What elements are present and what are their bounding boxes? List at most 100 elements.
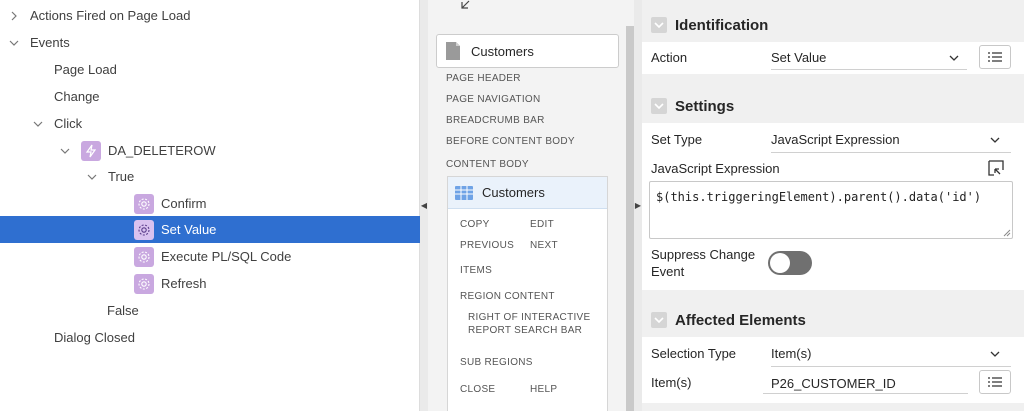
affected-body: Selection Type Item(s) Item(s) P26_CUSTO…: [642, 337, 1024, 403]
chevron-right-icon[interactable]: [8, 10, 20, 22]
region-header[interactable]: Customers: [448, 177, 607, 209]
section-affected-elements[interactable]: Affected Elements: [642, 303, 1024, 337]
slot-copy[interactable]: COPY: [460, 219, 490, 230]
tree-node-label: Dialog Closed: [54, 330, 135, 345]
tree-node-dialog-closed[interactable]: Dialog Closed: [0, 324, 420, 351]
page-card-title: Customers: [471, 43, 534, 59]
slot-right-of-search-bar-line1[interactable]: RIGHT OF INTERACTIVE: [468, 312, 591, 323]
right-splitter[interactable]: ▶: [634, 0, 642, 411]
slot-previous[interactable]: PREVIOUS: [460, 240, 514, 251]
gear-icon: [134, 273, 154, 294]
tree-node-page-load[interactable]: Page Load: [0, 56, 420, 83]
chevron-down-icon[interactable]: [59, 145, 71, 157]
section-identification[interactable]: Identification: [642, 8, 1024, 42]
tree-node-da-deleterow[interactable]: DA_DELETEROW: [0, 137, 420, 164]
list-icon: [988, 52, 1002, 62]
slot-region-content[interactable]: REGION CONTENT: [460, 291, 555, 302]
suppress-change-toggle[interactable]: [768, 251, 812, 275]
slot-close[interactable]: CLOSE: [460, 384, 495, 395]
slot-right-of-search-bar-line2[interactable]: REPORT SEARCH BAR: [468, 325, 582, 336]
action-label: Action: [651, 50, 688, 65]
section-title: Affected Elements: [675, 311, 806, 329]
tree-node-label: Execute PL/SQL Code: [161, 249, 292, 264]
slot-page-navigation[interactable]: PAGE NAVIGATION: [446, 94, 541, 105]
slot-page-header[interactable]: PAGE HEADER: [446, 73, 521, 84]
chevron-down-icon[interactable]: [86, 171, 98, 183]
section-title: Settings: [675, 97, 735, 115]
selection-type-select[interactable]: Item(s): [771, 346, 811, 361]
items-underline: [763, 393, 968, 394]
region-title: Customers: [482, 185, 545, 200]
chevron-down-icon[interactable]: [989, 348, 1001, 360]
tree-node-true[interactable]: True: [0, 163, 420, 190]
toggle-knob: [770, 253, 790, 273]
tree-node-set-value[interactable]: Set Value: [0, 216, 420, 243]
page-card[interactable]: Customers: [436, 34, 619, 68]
left-splitter[interactable]: ◀: [420, 0, 428, 411]
gear-icon: [134, 219, 154, 240]
layout-scrollbar[interactable]: [626, 26, 634, 411]
action-select-underline: [771, 69, 967, 70]
document-icon: [446, 42, 460, 60]
set-type-label: Set Type: [651, 132, 703, 147]
caret-right-icon[interactable]: ▶: [635, 201, 641, 210]
slot-sub-regions[interactable]: SUB REGIONS: [460, 357, 533, 368]
tree-node-confirm[interactable]: Confirm: [0, 190, 420, 217]
field-action: Action Set Value: [642, 42, 1024, 74]
resize-handle-icon[interactable]: [1003, 229, 1011, 237]
gear-icon: [134, 193, 154, 214]
slot-before-content-body[interactable]: BEFORE CONTENT BODY: [446, 136, 575, 147]
caret-left-icon[interactable]: ◀: [421, 201, 427, 210]
tree-node-label: Change: [54, 89, 100, 104]
tree-node-label: Page Load: [54, 62, 117, 77]
suppress-change-label-line1: Suppress Change: [651, 247, 756, 262]
tree-node-label: DA_DELETEROW: [108, 143, 216, 158]
action-select[interactable]: Set Value: [771, 50, 826, 65]
slot-help[interactable]: HELP: [530, 384, 557, 395]
slot-next[interactable]: NEXT: [530, 240, 558, 251]
tree-node-refresh[interactable]: Refresh: [0, 270, 420, 297]
rendering-tree: Actions Fired on Page Load Events Page L…: [0, 0, 420, 411]
tree-node-label: Events: [30, 35, 70, 50]
chevron-down-icon[interactable]: [948, 52, 960, 64]
tree-node-click[interactable]: Click: [0, 110, 420, 137]
section-settings[interactable]: Settings: [642, 89, 1024, 123]
slot-breadcrumb-bar[interactable]: BREADCRUMB BAR: [446, 115, 545, 126]
slot-items[interactable]: ITEMS: [460, 265, 492, 276]
tree-node-change[interactable]: Change: [0, 83, 420, 110]
interactive-report-icon: [455, 185, 473, 200]
set-type-select[interactable]: JavaScript Expression: [771, 132, 900, 147]
collapse-arrow-icon[interactable]: [460, 0, 474, 10]
page-designer: Actions Fired on Page Load Events Page L…: [0, 0, 1024, 411]
expand-editor-icon[interactable]: [988, 160, 1004, 176]
action-list-button[interactable]: [979, 45, 1011, 69]
js-expression-textarea[interactable]: $(this.triggeringElement).parent().data(…: [649, 181, 1013, 239]
tree-node-label: Actions Fired on Page Load: [30, 8, 191, 23]
items-list-button[interactable]: [979, 370, 1011, 394]
chevron-down-icon[interactable]: [651, 17, 667, 33]
slot-content-body[interactable]: CONTENT BODY: [446, 159, 529, 170]
chevron-down-icon[interactable]: [651, 312, 667, 328]
chevron-down-icon[interactable]: [32, 118, 44, 130]
items-label: Item(s): [651, 375, 692, 390]
tree-node-false[interactable]: False: [0, 297, 420, 324]
tree-node-label: Confirm: [161, 196, 207, 211]
selection-type-label: Selection Type: [651, 346, 737, 361]
tree-node-label: Click: [54, 116, 83, 131]
set-type-underline: [771, 152, 1011, 153]
section-title: Identification: [675, 16, 769, 34]
chevron-down-icon[interactable]: [651, 98, 667, 114]
chevron-down-icon[interactable]: [989, 134, 1001, 146]
tree-node-label: Refresh: [161, 276, 207, 291]
tree-node-execute-plsql-code[interactable]: Execute PL/SQL Code: [0, 243, 420, 270]
tree-node-actions-fired-on-page-load[interactable]: Actions Fired on Page Load: [0, 2, 420, 29]
tree-node-label: False: [107, 303, 139, 318]
slot-edit[interactable]: EDIT: [530, 219, 554, 230]
items-input[interactable]: P26_CUSTOMER_ID: [771, 376, 896, 391]
lightning-icon: [81, 140, 101, 161]
tree-node-events[interactable]: Events: [0, 29, 420, 56]
gear-icon: [134, 246, 154, 267]
suppress-change-label-line2: Event: [651, 264, 685, 279]
tree-node-label: Set Value: [161, 222, 217, 237]
chevron-down-icon[interactable]: [8, 37, 20, 49]
